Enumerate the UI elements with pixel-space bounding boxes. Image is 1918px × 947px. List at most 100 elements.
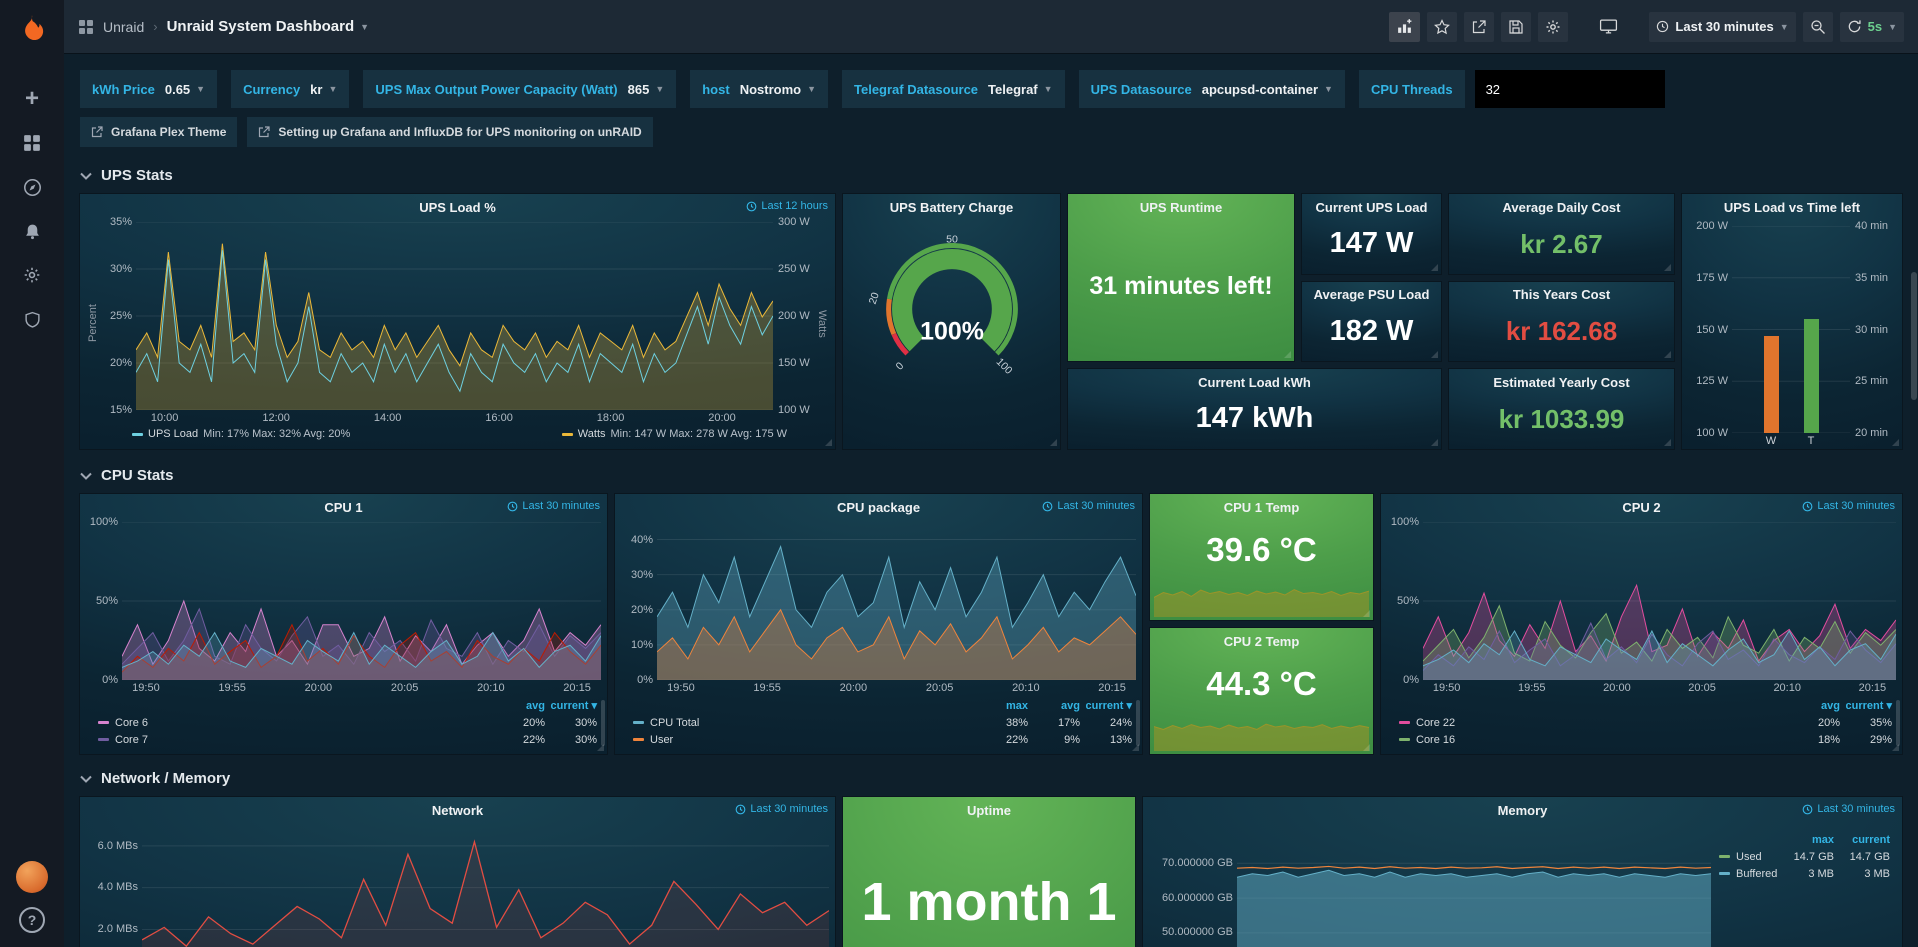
legend-scrollbar[interactable] [601,700,605,746]
panel-title[interactable]: Current Load kWh [1068,369,1441,395]
panel-title[interactable]: Network [80,797,835,823]
dashboard-body: kWh Price 0.65▼ Currency kr▼ UPS Max Out… [64,54,1918,947]
panel-this-years-cost: This Years Cost kr 162.68 [1449,282,1674,362]
help-icon[interactable]: ? [19,907,45,933]
legend-scrollbar[interactable] [1136,700,1140,746]
network-chart[interactable] [142,825,829,947]
admin-shield-icon[interactable] [12,302,52,336]
var-host[interactable]: host Nostromo▼ [690,70,828,108]
section-ups-stats[interactable]: UPS Stats [80,167,1902,184]
cpu-threads-input[interactable]: 32 [1475,70,1665,108]
create-icon[interactable]: + [12,82,52,116]
ups-load-chart[interactable] [136,222,773,410]
panel-cpu2: CPU 2 Last 30 minutes 100%50%0% 19:5019:… [1381,494,1902,754]
zoom-out-button[interactable] [1803,12,1833,42]
panel-time-range[interactable]: Last 12 hours [746,200,828,212]
external-link-icon [258,126,270,138]
page-scrollbar[interactable] [1911,272,1917,400]
y-axis-left: 6.0 MBs4.0 MBs2.0 MBs [86,825,142,947]
var-currency[interactable]: Currency kr▼ [231,70,349,108]
cpu2-chart[interactable] [1423,522,1896,680]
panel-ups-battery-charge: UPS Battery Charge 0 20 50 100 100% [843,194,1060,449]
alerting-bell-icon[interactable] [12,214,52,248]
memory-chart[interactable] [1237,825,1711,947]
panel-title[interactable]: Estimated Yearly Cost [1449,369,1674,395]
section-cpu-stats[interactable]: CPU Stats [80,467,1902,484]
var-ups-max-output[interactable]: UPS Max Output Power Capacity (Watt) 865… [363,70,676,108]
panel-title[interactable]: Average Daily Cost [1449,194,1674,220]
legend-scrollbar[interactable] [1896,700,1900,746]
var-kwh-price[interactable]: kWh Price 0.65▼ [80,70,217,108]
panel-title[interactable]: UPS Battery Charge [843,194,1060,220]
grafana-logo-icon[interactable] [13,10,51,48]
dashboard-title[interactable]: Unraid System Dashboard ▼ [167,18,369,35]
clock-icon [1656,20,1669,33]
clock-icon [507,501,518,512]
time-range-picker[interactable]: Last 30 minutes ▼ [1649,12,1795,42]
y-axis-label-right: Watts [815,222,829,425]
network-memory-row: Network Last 30 minutes 6.0 MBs4.0 MBs2.… [80,797,1902,947]
var-telegraf-datasource[interactable]: Telegraf Datasource Telegraf▼ [842,70,1065,108]
bar-chart[interactable]: WT [1732,222,1850,449]
chart-legend[interactable]: UPS LoadMin: 17% Max: 32% Avg: 20%WattsM… [80,425,835,449]
clock-icon [735,804,746,815]
cpu1-chart[interactable] [122,522,601,680]
chart-legend[interactable]: avgcurrent ▾Core 620%30%Core 722%30% [80,695,607,754]
panel-title[interactable]: UPS Load % [80,194,835,220]
refresh-button[interactable]: 5s ▼ [1840,12,1904,42]
panel-time-range[interactable]: Last 30 minutes [1802,500,1895,512]
panel-ups-load-vs-time-left: UPS Load vs Time left 200 W175 W150 W125… [1682,194,1902,449]
share-button[interactable] [1464,12,1494,42]
y-axis-left: 200 W175 W150 W125 W100 W [1688,226,1732,433]
dashboard-settings-gear-icon[interactable] [1538,12,1568,42]
panel-time-range[interactable]: Last 30 minutes [507,500,600,512]
panel-title[interactable]: Memory [1143,797,1902,823]
top-navbar: Unraid › Unraid System Dashboard ▼ Las [64,0,1918,54]
panel-title[interactable]: This Years Cost [1449,282,1674,308]
stat-value: 147 W [1302,220,1441,274]
panel-title[interactable]: CPU 1 Temp [1150,494,1373,520]
breadcrumb-folder[interactable]: Unraid [103,19,144,35]
panel-time-range[interactable]: Last 30 minutes [735,803,828,815]
chart-legend[interactable]: avgcurrent ▾Core 2220%35%Core 1618%29% [1381,695,1902,754]
link-ups-monitoring-guide[interactable]: Setting up Grafana and InfluxDB for UPS … [247,117,652,147]
chart-legend[interactable]: maxcurrentUsed14.7 GB14.7 GBBuffered3 MB… [1711,825,1896,947]
panel-title[interactable]: UPS Runtime [1068,194,1294,220]
panel-time-range[interactable]: Last 30 minutes [1042,500,1135,512]
save-button[interactable] [1501,12,1531,42]
svg-text:0: 0 [893,360,906,373]
configuration-gear-icon[interactable] [12,258,52,292]
svg-text:50: 50 [946,234,958,246]
var-ups-datasource[interactable]: UPS Datasource apcupsd-container▼ [1079,70,1345,108]
navbar-actions: Last 30 minutes ▼ 5s ▼ [1389,12,1904,42]
stat-value: 31 minutes left! [1068,220,1294,361]
section-network-memory[interactable]: Network / Memory [80,770,1902,787]
panel-cpu1-temp: CPU 1 Temp 39.6 °C [1150,494,1373,620]
bars: WT [1732,226,1850,449]
ups-stats-row: UPS Load % Last 12 hours Percent 35%30%2… [80,194,1902,449]
user-avatar[interactable] [16,861,48,893]
battery-gauge: 0 20 50 100 100% [843,220,1060,382]
panel-title[interactable]: Uptime [843,797,1135,823]
cpu-package-chart[interactable] [657,522,1136,680]
apps-grid-icon [78,19,94,35]
panel-estimated-yearly-cost: Estimated Yearly Cost kr 1033.99 [1449,369,1674,449]
panel-title[interactable]: CPU 2 Temp [1150,628,1373,654]
panel-title[interactable]: Current UPS Load [1302,194,1441,220]
add-panel-button[interactable] [1389,12,1420,42]
y-axis-right: 40 min35 min30 min25 min20 min [1850,226,1896,433]
panel-ups-load: UPS Load % Last 12 hours Percent 35%30%2… [80,194,835,449]
dashboards-icon[interactable] [12,126,52,160]
panel-title[interactable]: UPS Load vs Time left [1682,194,1902,220]
refresh-icon [1847,19,1862,34]
link-grafana-plex-theme[interactable]: Grafana Plex Theme [80,117,237,147]
explore-icon[interactable] [12,170,52,204]
cpu-temp-column: CPU 1 Temp 39.6 °C CPU 2 Temp 44.3 °C [1150,494,1373,754]
panel-title[interactable]: Average PSU Load [1302,282,1441,308]
chevron-down-icon [80,172,92,180]
panel-time-range[interactable]: Last 30 minutes [1802,803,1895,815]
tv-mode-button[interactable] [1592,12,1625,42]
clock-icon [1042,501,1053,512]
chart-legend[interactable]: maxavgcurrent ▾CPU Total38%17%24%User22%… [615,695,1142,754]
star-button[interactable] [1427,12,1457,42]
